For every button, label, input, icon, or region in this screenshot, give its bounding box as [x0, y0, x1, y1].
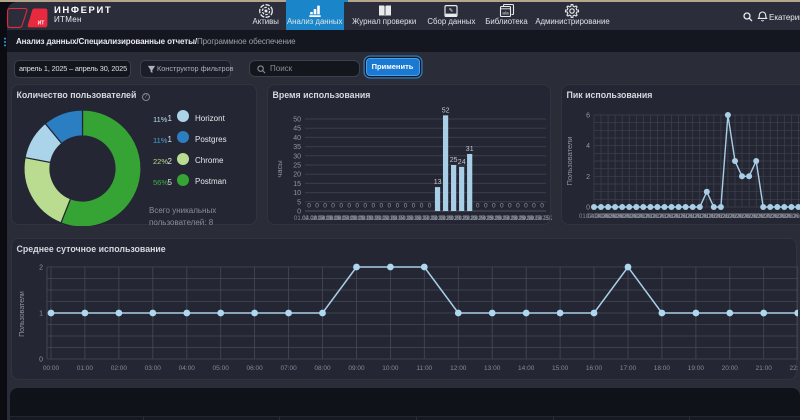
svg-text:21:00: 21:00: [756, 365, 773, 372]
svg-text:0: 0: [412, 203, 416, 210]
svg-text:45: 45: [293, 126, 301, 133]
svg-text:5: 5: [297, 199, 301, 206]
svg-text:0: 0: [331, 203, 335, 210]
svg-text:0: 0: [315, 203, 319, 210]
svg-text:30.04.2025: 30.04.2025: [783, 214, 800, 220]
svg-text:0: 0: [39, 357, 43, 364]
svg-text:4: 4: [586, 143, 590, 150]
svg-text:30: 30: [293, 153, 301, 160]
svg-text:07:00: 07:00: [280, 365, 297, 372]
svg-text:Пользователи: Пользователи: [565, 137, 574, 186]
svg-text:04:00: 04:00: [179, 365, 196, 372]
svg-text:25: 25: [293, 163, 301, 170]
svg-text:0: 0: [379, 203, 383, 210]
svg-text:0: 0: [404, 203, 408, 210]
svg-text:6: 6: [586, 113, 590, 120]
svg-text:31: 31: [466, 146, 474, 153]
svg-text:0: 0: [387, 203, 391, 210]
svg-text:17:00: 17:00: [620, 365, 637, 372]
svg-text:0: 0: [540, 203, 544, 210]
svg-text:10:00: 10:00: [382, 365, 399, 372]
svg-text:40: 40: [293, 135, 301, 142]
svg-text:2: 2: [586, 174, 590, 181]
svg-text:a/a: a/a: [502, 10, 509, 15]
svg-text:52: 52: [442, 107, 450, 114]
svg-text:0: 0: [355, 203, 359, 210]
svg-text:14:00: 14:00: [518, 365, 535, 372]
svg-text:18:00: 18:00: [654, 365, 671, 372]
svg-text:0: 0: [516, 203, 520, 210]
svg-text:0: 0: [297, 209, 301, 216]
svg-text:0: 0: [484, 203, 488, 210]
svg-text:02:00: 02:00: [111, 365, 128, 372]
svg-text:0: 0: [476, 203, 480, 210]
svg-text:19:00: 19:00: [688, 365, 705, 372]
svg-text:2: 2: [39, 265, 43, 272]
svg-text:0: 0: [420, 203, 424, 210]
svg-text:15:00: 15:00: [552, 365, 569, 372]
svg-text:22:00: 22:00: [790, 365, 798, 372]
svg-text:0: 0: [339, 203, 343, 210]
svg-text:08:00: 08:00: [314, 365, 331, 372]
svg-text:0: 0: [500, 203, 504, 210]
svg-text:0: 0: [428, 203, 432, 210]
svg-text:0: 0: [307, 203, 311, 210]
svg-text:16:00: 16:00: [586, 365, 603, 372]
svg-text:35: 35: [293, 144, 301, 151]
svg-text:12:00: 12:00: [450, 365, 467, 372]
svg-text:06:00: 06:00: [246, 365, 263, 372]
svg-text:13:00: 13:00: [484, 365, 501, 372]
svg-text:01:00: 01:00: [77, 365, 94, 372]
svg-text:0: 0: [363, 203, 367, 210]
svg-text:13: 13: [434, 179, 442, 186]
svg-text:03:00: 03:00: [145, 365, 162, 372]
svg-text:30.04.2025: 30.04.2025: [527, 216, 552, 222]
svg-text:✎: ✎: [449, 7, 454, 14]
svg-text:11:00: 11:00: [416, 365, 432, 372]
svg-text:0: 0: [323, 203, 327, 210]
svg-text:0: 0: [347, 203, 351, 210]
svg-text:20:00: 20:00: [722, 365, 739, 372]
svg-text:ИТ: ИТ: [38, 21, 45, 27]
svg-text:0: 0: [586, 205, 590, 212]
svg-text:0: 0: [396, 203, 400, 210]
svg-text:24: 24: [458, 159, 466, 166]
svg-text:15: 15: [293, 181, 301, 188]
svg-text:20: 20: [293, 172, 301, 179]
svg-text:00:00: 00:00: [43, 365, 60, 372]
svg-text:1: 1: [39, 311, 43, 318]
svg-text:09:00: 09:00: [348, 365, 365, 372]
svg-text:0: 0: [532, 203, 536, 210]
svg-text:25: 25: [450, 157, 458, 164]
svg-text:0: 0: [508, 203, 512, 210]
svg-text:50: 50: [293, 117, 301, 124]
svg-text:0: 0: [524, 203, 528, 210]
svg-text:Пользователи: Пользователи: [19, 291, 26, 337]
svg-text:часы: часы: [275, 160, 284, 177]
svg-text:0: 0: [371, 203, 375, 210]
svg-text:0: 0: [492, 203, 496, 210]
svg-text:10: 10: [293, 190, 301, 197]
svg-text:05:00: 05:00: [213, 365, 230, 372]
